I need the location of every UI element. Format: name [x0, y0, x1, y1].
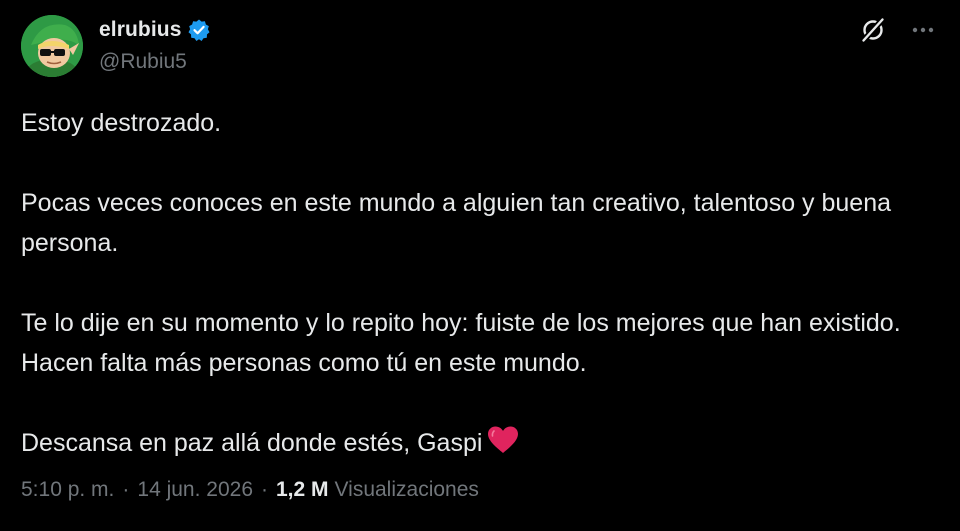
verified-badge-icon[interactable]	[187, 18, 211, 42]
avatar-image	[21, 15, 83, 77]
views-label: Visualizaciones	[334, 478, 479, 501]
tweet-text: Estoy destrozado. Pocas veces conoces en…	[21, 103, 941, 463]
tweet-meta: 5:10 p. m. · 14 jun. 2026 · 1,2 M Visual…	[21, 478, 479, 502]
tweet-card: elrubius @Rubiu5 Estoy destrozado. Pocas…	[0, 0, 960, 531]
red-heart-icon	[486, 425, 520, 455]
tweet-paragraph: Pocas veces conoces en este mundo a algu…	[21, 189, 892, 257]
avatar[interactable]	[21, 15, 83, 77]
tweet-paragraph-last: Descansa en paz allá donde estés, Gaspi	[21, 423, 941, 463]
user-handle[interactable]: @Rubiu5	[99, 50, 187, 74]
display-name[interactable]: elrubius	[99, 18, 181, 42]
tweet-paragraph: Descansa en paz allá donde estés, Gaspi	[21, 429, 483, 457]
tweet-time[interactable]: 5:10 p. m.	[21, 478, 114, 502]
tweet-paragraph: Estoy destrozado.	[21, 109, 222, 137]
views-count[interactable]: 1,2 M	[276, 478, 329, 502]
grok-icon[interactable]	[858, 15, 888, 45]
tweet-date[interactable]: 14 jun. 2026	[137, 478, 253, 502]
separator: ·	[122, 478, 130, 501]
more-icon[interactable]	[908, 15, 938, 45]
tweet-paragraph: Te lo dije en su momento y lo repito hoy…	[21, 309, 901, 377]
name-row: elrubius	[99, 16, 211, 44]
separator: ·	[261, 478, 268, 501]
tweet-top-actions	[858, 14, 938, 46]
